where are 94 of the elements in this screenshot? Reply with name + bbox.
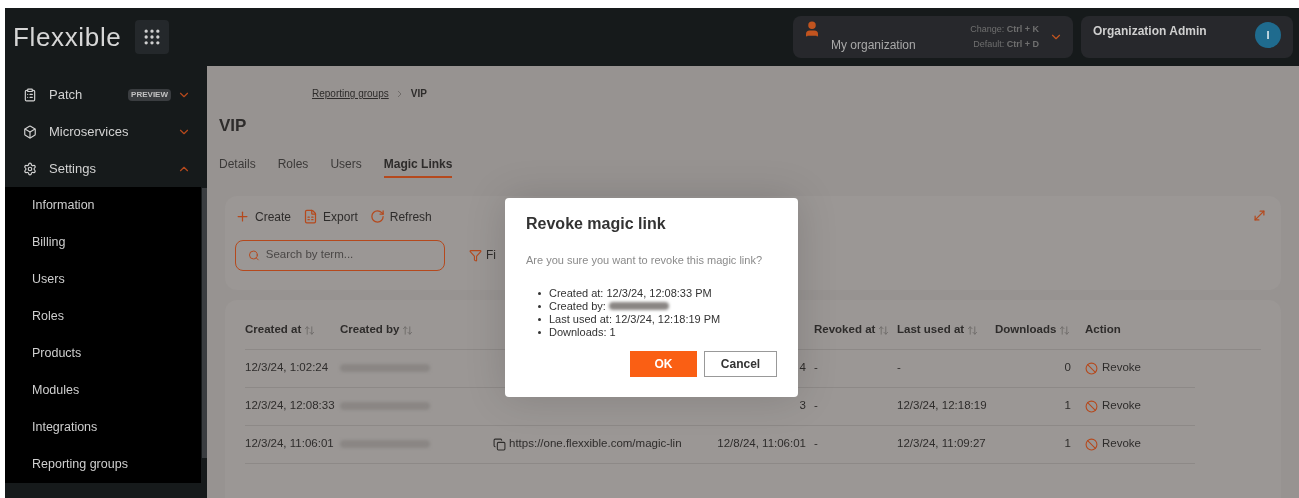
table-cell: 1: [1064, 399, 1071, 412]
table-cell: -: [897, 361, 901, 374]
column-header[interactable]: Action: [1085, 321, 1121, 339]
table-cell: 0: [1064, 361, 1071, 374]
tab[interactable]: Magic Links: [383, 152, 453, 178]
table-cell: 4: [799, 361, 806, 374]
bullet-icon: [538, 317, 541, 321]
table-cell: -: [814, 399, 818, 412]
sidebar-subitem[interactable]: Users: [5, 261, 201, 298]
scrollbar-thumb[interactable]: [202, 188, 207, 458]
column-header[interactable]: Downloads: [995, 321, 1071, 339]
sidebar-item[interactable]: Settings: [5, 150, 207, 187]
sidebar-item[interactable]: Microservices: [5, 113, 207, 150]
sidebar-subitem[interactable]: Reporting groups: [5, 446, 201, 483]
refresh-icon: [369, 209, 385, 224]
nav-icon: [23, 161, 37, 176]
organization-selector[interactable]: My organization Change: Ctrl + K Default: Ctrl + D: [793, 16, 1073, 58]
cancel-button[interactable]: Cancel: [704, 350, 777, 377]
sort-icon: [304, 324, 316, 336]
sidebar-subitem[interactable]: Roles: [5, 298, 201, 335]
table-cell: -: [814, 437, 818, 450]
table-cell: 12/8/24, 11:06:01: [717, 437, 806, 450]
detail-text: Created by:: [549, 299, 606, 313]
user-menu[interactable]: Organization Admin I: [1081, 16, 1293, 58]
bullet-icon: [538, 304, 541, 308]
column-header[interactable]: Last used at: [897, 321, 979, 339]
dialog-title: Revoke magic link: [526, 214, 667, 234]
nav-icon: [23, 87, 37, 102]
preview-badge: PREVIEW: [128, 88, 171, 101]
user-icon: [803, 20, 821, 38]
user-name: Organization Admin: [1093, 23, 1207, 40]
redacted-text-blur: [608, 302, 669, 310]
breadcrumb-current: VIP: [410, 87, 427, 101]
logo: Flexxible: [13, 20, 122, 54]
detail-text: Created at: 12/3/24, 12:08:33 PM: [549, 286, 712, 300]
table-cell: 12/3/24, 11:06:01: [245, 437, 334, 450]
sort-icon: [878, 324, 890, 336]
revoke-button[interactable]: Revoke: [1085, 359, 1141, 377]
page-title: VIP: [219, 115, 248, 137]
dialog-message: Are you sure you want to revoke this magic link?: [526, 253, 763, 268]
column-header[interactable]: Revoked at: [814, 321, 890, 339]
toolbar-button[interactable]: Refresh: [369, 207, 432, 226]
breadcrumb-link[interactable]: Reporting groups: [312, 86, 389, 101]
tab[interactable]: Details: [219, 152, 256, 178]
detail-text: Last used at: 12/3/24, 12:18:19 PM: [549, 312, 721, 326]
sidebar-label: Microservices: [49, 122, 130, 141]
table-cell: 12/3/24, 12:18:19: [897, 399, 987, 412]
sidebar-subitem[interactable]: Products: [5, 335, 201, 372]
sort-icon: [967, 324, 979, 336]
table-cell: 1: [1064, 437, 1071, 450]
shortcut-hint: Default: Ctrl + D: [973, 38, 1039, 51]
sidebar-label: Settings: [49, 159, 97, 178]
spreadsheet-icon: [303, 209, 319, 224]
copy-icon[interactable]: [493, 437, 506, 451]
tab[interactable]: Roles: [277, 152, 309, 178]
table-cell: 12/3/24, 11:09:27: [897, 437, 986, 450]
link-cell[interactable]: https://one.flexxible.com/magic-lin: [509, 435, 682, 453]
column-header[interactable]: Created by: [340, 321, 414, 339]
sidebar-subitem[interactable]: Modules: [5, 372, 201, 409]
search-field[interactable]: Search by term...: [235, 239, 445, 271]
ok-button[interactable]: OK: [630, 350, 697, 377]
prohibited-icon: [1085, 399, 1098, 413]
table-cell: 12/3/24, 1:02:24: [245, 361, 329, 374]
table-cell: -: [814, 361, 818, 374]
filter-button[interactable]: Fi: [469, 246, 496, 264]
toolbar-button[interactable]: Export: [303, 207, 358, 226]
prohibited-icon: [1085, 437, 1098, 451]
column-header[interactable]: Created at: [245, 321, 316, 339]
sidebar-subitem[interactable]: Integrations: [5, 409, 201, 446]
sidebar-item[interactable]: Patch PREVIEW: [5, 76, 207, 113]
shortcut-hint: Change: Ctrl + K: [970, 23, 1039, 36]
filter-icon: [469, 248, 482, 262]
nav-icon: [23, 124, 37, 139]
sort-icon: [402, 324, 414, 336]
revoke-button[interactable]: Revoke: [1085, 397, 1141, 415]
revoke-button[interactable]: Revoke: [1085, 435, 1141, 453]
tab[interactable]: Users: [330, 152, 362, 178]
sidebar-label: Patch: [49, 85, 84, 104]
plus-icon: [235, 209, 250, 224]
search-input[interactable]: Search by term...: [265, 246, 432, 264]
bullet-icon: [538, 330, 541, 334]
bullet-icon: [538, 291, 541, 295]
sidebar-subitem[interactable]: Billing: [5, 224, 201, 261]
toolbar-button[interactable]: Create: [235, 207, 292, 226]
table-cell: 3: [799, 399, 806, 412]
chevron-right-icon: [396, 89, 403, 98]
table-cell: 12/3/24, 12:08:33: [245, 399, 335, 412]
user-avatar[interactable]: I: [1255, 22, 1281, 48]
sidebar-subitem[interactable]: Information: [5, 187, 201, 224]
sort-icon: [1059, 324, 1071, 336]
search-icon: [248, 248, 260, 262]
prohibited-icon: [1085, 361, 1098, 375]
app-grid-button[interactable]: [135, 20, 170, 54]
detail-text: Downloads: 1: [549, 325, 616, 339]
